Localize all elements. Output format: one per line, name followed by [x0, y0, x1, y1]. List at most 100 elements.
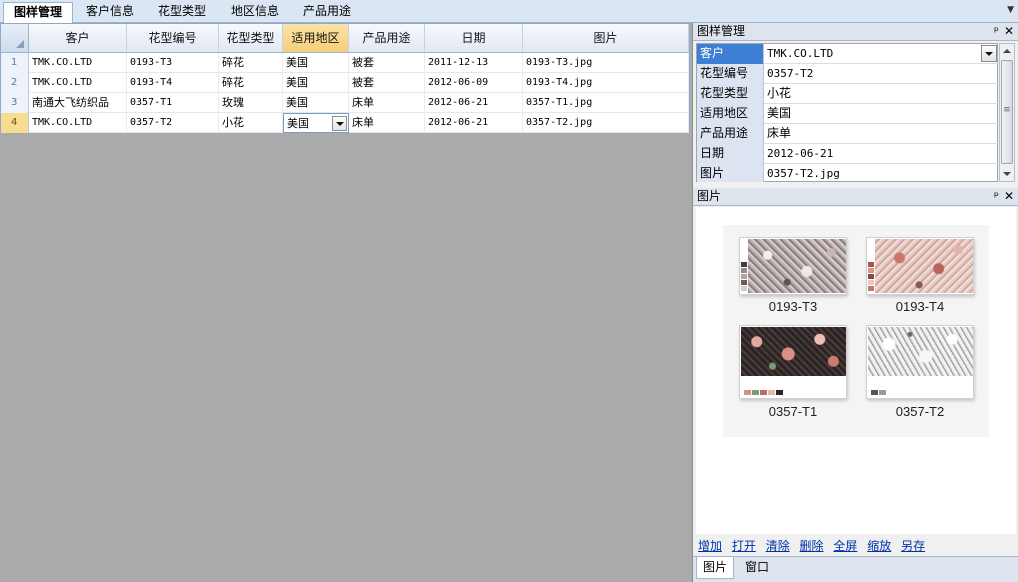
pattern-swatch-image	[868, 327, 973, 376]
scroll-down-icon[interactable]	[1003, 172, 1011, 176]
image-viewer: 0193-T3 0193-T4 0357-T1 0357-T2	[696, 207, 1016, 534]
cell-pattern-no[interactable]: 0357-T1	[127, 93, 219, 113]
row-number[interactable]: 2	[1, 73, 29, 93]
delete-link[interactable]: 删除	[800, 539, 824, 553]
table-row[interactable]: 4 TMK.CO.LTD 0357-T2 小花 美国 床单 2012-06-21…	[1, 113, 689, 133]
column-header-pattern-type[interactable]: 花型类型	[219, 24, 283, 53]
column-header-pattern-no[interactable]: 花型编号	[127, 24, 219, 53]
property-grid: 客户 TMK.CO.LTD 花型编号 0357-T2 花型类型 小花 适用地区 …	[696, 43, 999, 182]
tab-product-use[interactable]: 产品用途	[293, 2, 361, 23]
close-icon[interactable]: ✕	[1004, 23, 1014, 40]
dropdown-arrow-icon[interactable]	[332, 116, 347, 131]
pattern-swatch-image	[748, 239, 846, 293]
cell-date[interactable]: 2012-06-21	[425, 113, 523, 133]
tab-window[interactable]: 窗口	[738, 557, 776, 579]
cell-customer[interactable]: TMK.CO.LTD	[29, 73, 127, 93]
prop-row-region[interactable]: 适用地区 美国	[697, 104, 999, 124]
cell-region[interactable]: 美国	[283, 53, 349, 73]
dropdown-arrow-icon[interactable]	[981, 45, 997, 62]
cell-date[interactable]: 2012-06-21	[425, 93, 523, 113]
fullscreen-link[interactable]: 全屏	[833, 539, 857, 553]
pattern-swatch-image	[875, 239, 973, 293]
add-link[interactable]: 增加	[698, 539, 722, 553]
pattern-grid: 客户 花型编号 花型类型 适用地区 产品用途 日期 图片 1 TMK.CO.LT…	[0, 23, 690, 133]
row-number[interactable]: 3	[1, 93, 29, 113]
cell-pattern-type[interactable]: 小花	[219, 113, 283, 133]
props-panel-title: 图样管理	[697, 24, 746, 38]
cell-product-use[interactable]: 床单	[349, 93, 425, 113]
column-header-image[interactable]: 图片	[523, 24, 689, 53]
cell-image[interactable]: 0357-T1.jpg	[523, 93, 689, 113]
thumbnail-0357-T2[interactable]	[866, 325, 974, 399]
thumbnail-0193-T4[interactable]	[866, 237, 974, 295]
cell-product-use[interactable]: 被套	[349, 73, 425, 93]
pin-icon[interactable]: ᵖ	[994, 23, 999, 40]
thumbnail-0193-T3[interactable]	[739, 237, 847, 295]
cell-pattern-no[interactable]: 0193-T3	[127, 53, 219, 73]
column-header-product-use[interactable]: 产品用途	[349, 24, 425, 53]
pin-icon[interactable]: ᵖ	[994, 188, 999, 205]
prop-value[interactable]: 小花	[765, 84, 999, 104]
column-header-customer[interactable]: 客户	[29, 24, 127, 53]
cell-pattern-type[interactable]: 碎花	[219, 53, 283, 73]
cell-product-use[interactable]: 被套	[349, 53, 425, 73]
close-icon[interactable]: ✕	[1004, 188, 1014, 205]
tab-region-info[interactable]: 地区信息	[221, 2, 289, 23]
cell-date[interactable]: 2011-12-13	[425, 53, 523, 73]
cell-pattern-no[interactable]: 0193-T4	[127, 73, 219, 93]
panel-bottom-tabs: 图片 窗口	[693, 556, 1018, 582]
table-row[interactable]: 1 TMK.CO.LTD 0193-T3 碎花 美国 被套 2011-12-13…	[1, 53, 689, 73]
cell-product-use[interactable]: 床单	[349, 113, 425, 133]
prop-value[interactable]: 2012-06-21	[765, 144, 999, 164]
tab-image[interactable]: 图片	[696, 557, 734, 579]
cell-pattern-type[interactable]: 玫瑰	[219, 93, 283, 113]
prop-value[interactable]: 0357-T2.jpg	[765, 164, 999, 182]
scroll-thumb[interactable]	[1001, 60, 1013, 164]
prop-row-date[interactable]: 日期 2012-06-21	[697, 144, 999, 164]
prop-value: TMK.CO.LTD	[767, 47, 834, 60]
table-row[interactable]: 3 南通大飞纺织品 0357-T1 玫瑰 美国 床单 2012-06-21 03…	[1, 93, 689, 113]
chevron-down-icon[interactable]: ▼	[1007, 5, 1014, 15]
prop-key: 产品用途	[697, 124, 764, 144]
tab-customer-info[interactable]: 客户信息	[76, 2, 144, 23]
select-all-corner[interactable]	[1, 24, 29, 53]
zoom-link[interactable]: 缩放	[867, 539, 891, 553]
tab-pattern-type[interactable]: 花型类型	[148, 2, 216, 23]
cell-customer[interactable]: 南通大飞纺织品	[29, 93, 127, 113]
scroll-up-icon[interactable]	[1003, 49, 1011, 53]
row-number-current[interactable]: 4	[1, 113, 29, 133]
cell-image[interactable]: 0193-T3.jpg	[523, 53, 689, 73]
cell-date[interactable]: 2012-06-09	[425, 73, 523, 93]
region-combo-editor[interactable]: 美国	[283, 113, 349, 133]
cell-customer[interactable]: TMK.CO.LTD	[29, 113, 127, 133]
tab-pattern-management[interactable]: 图样管理	[3, 2, 73, 24]
cell-customer[interactable]: TMK.CO.LTD	[29, 53, 127, 73]
prop-row-product-use[interactable]: 产品用途 床单	[697, 124, 999, 144]
cell-region[interactable]: 美国	[283, 73, 349, 93]
prop-value[interactable]: 美国	[765, 104, 999, 124]
prop-value[interactable]: 0357-T2	[765, 64, 999, 84]
prop-row-customer[interactable]: 客户 TMK.CO.LTD	[697, 44, 999, 64]
prop-row-pattern-type[interactable]: 花型类型 小花	[697, 84, 999, 104]
clear-link[interactable]: 清除	[766, 539, 790, 553]
save-as-link[interactable]: 另存	[901, 539, 925, 553]
thumbnail-0357-T1[interactable]	[739, 325, 847, 399]
cell-pattern-no[interactable]: 0357-T2	[127, 113, 219, 133]
prop-row-pattern-no[interactable]: 花型编号 0357-T2	[697, 64, 999, 84]
property-grid-scrollbar[interactable]	[999, 43, 1015, 182]
open-link[interactable]: 打开	[732, 539, 756, 553]
table-row[interactable]: 2 TMK.CO.LTD 0193-T4 碎花 美国 被套 2012-06-09…	[1, 73, 689, 93]
cell-region[interactable]: 美国	[283, 93, 349, 113]
prop-key: 图片	[697, 164, 764, 182]
prop-row-image[interactable]: 图片 0357-T2.jpg	[697, 164, 999, 182]
cell-pattern-type[interactable]: 碎花	[219, 73, 283, 93]
cell-image[interactable]: 0193-T4.jpg	[523, 73, 689, 93]
prop-key: 日期	[697, 144, 764, 164]
column-header-date[interactable]: 日期	[425, 24, 523, 53]
prop-value[interactable]: 床单	[765, 124, 999, 144]
thumbnail-caption: 0357-T2	[895, 404, 945, 419]
prop-value-combo[interactable]: TMK.CO.LTD	[765, 44, 999, 64]
row-number[interactable]: 1	[1, 53, 29, 73]
column-header-region[interactable]: 适用地区	[283, 24, 349, 53]
cell-image[interactable]: 0357-T2.jpg	[523, 113, 689, 133]
